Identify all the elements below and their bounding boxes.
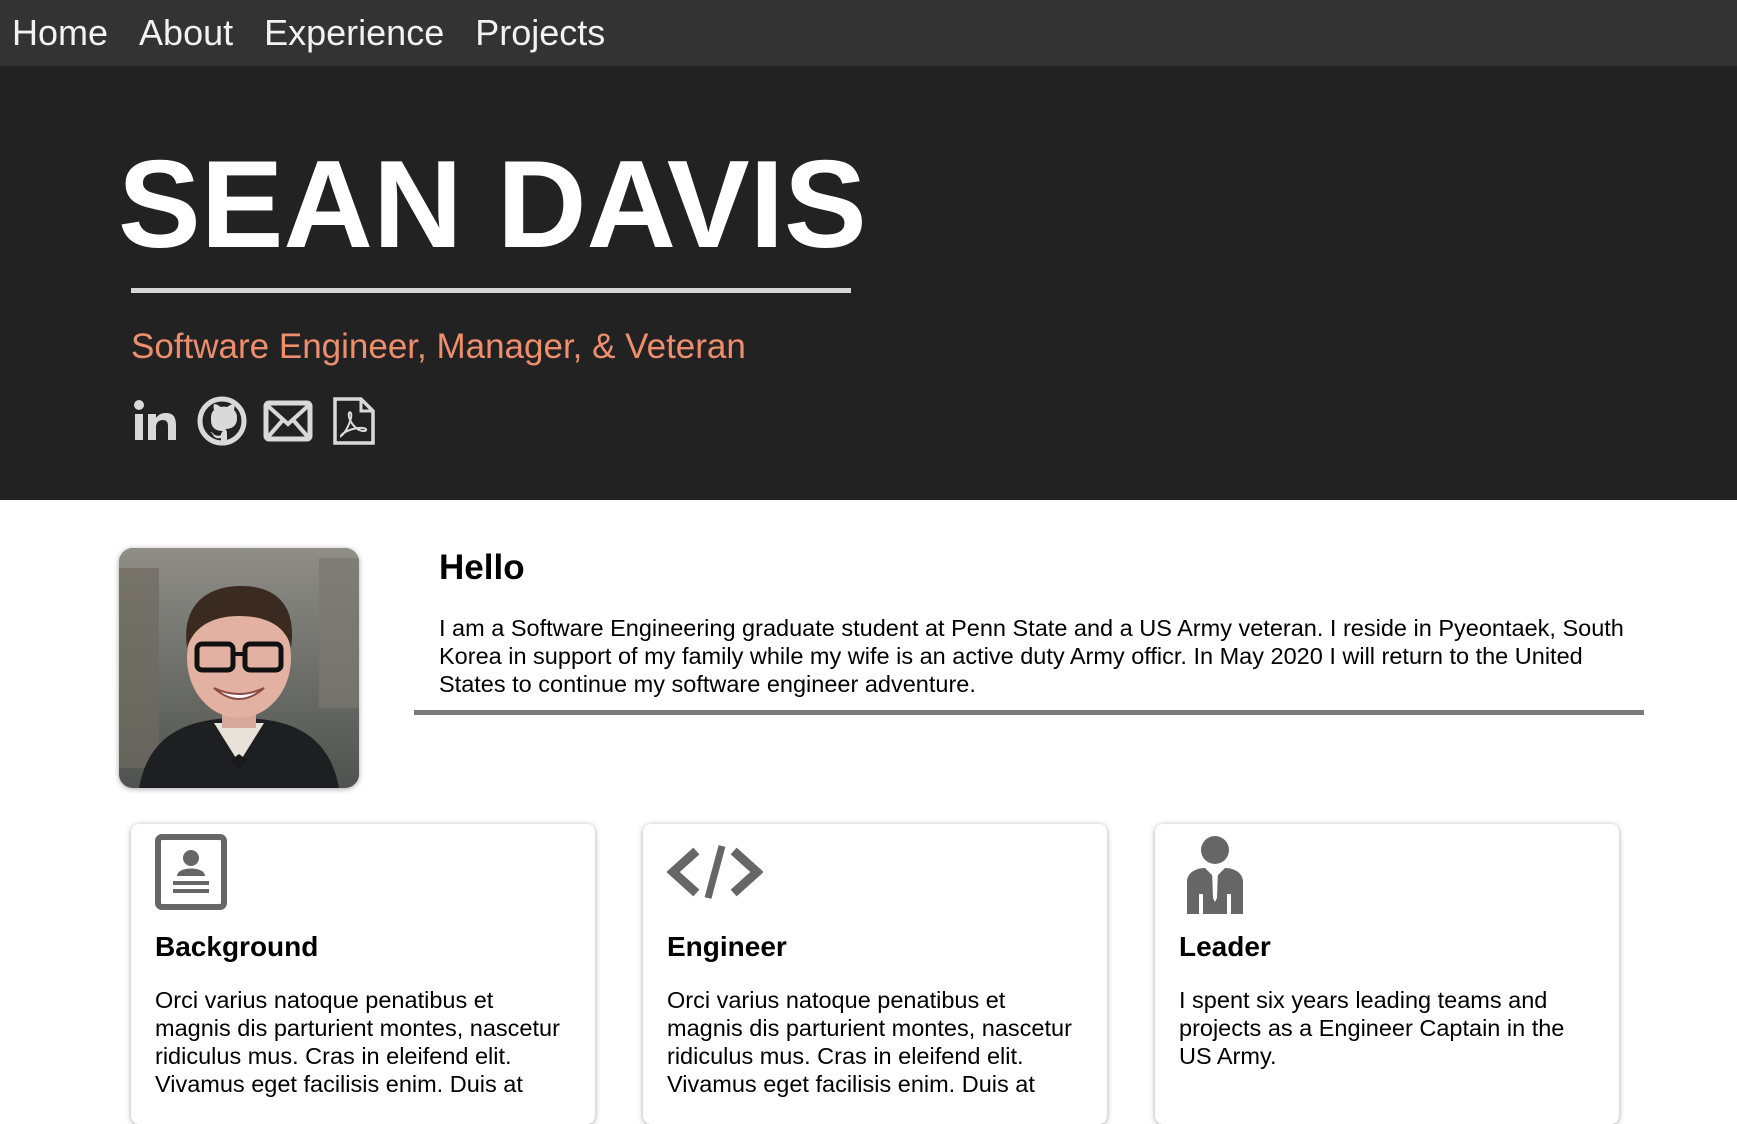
hero-tagline: Software Engineer, Manager, & Veteran [131, 327, 746, 366]
card-title: Engineer [667, 931, 787, 962]
card-text: Orci varius natoque penatibus et magnis … [155, 987, 560, 1097]
profile-photo [119, 548, 359, 788]
nav-about-link[interactable]: About [139, 0, 233, 66]
card-title: Leader [1179, 931, 1271, 962]
linkedin-icon[interactable] [131, 396, 181, 446]
top-nav: Home About Experience Projects [0, 0, 1737, 66]
nav-home-link[interactable]: Home [12, 0, 108, 66]
contact-card-icon [155, 834, 227, 910]
about-divider [414, 710, 1644, 715]
card-background: Background Orci varius natoque penatibus… [131, 824, 595, 1124]
github-icon[interactable] [197, 396, 247, 446]
email-icon[interactable] [263, 396, 313, 446]
code-icon [666, 834, 764, 910]
card-leader: Leader I spent six years leading teams a… [1155, 824, 1619, 1124]
about-title: Hello [439, 548, 525, 587]
hero-name: SEAN DAVIS [118, 136, 867, 274]
about-text: I am a Software Engineering graduate stu… [439, 615, 1624, 697]
nav-projects-link[interactable]: Projects [475, 0, 605, 66]
hero-divider [131, 288, 851, 293]
hero-header: SEAN DAVIS Software Engineer, Manager, &… [0, 66, 1737, 500]
card-text: Orci varius natoque penatibus et magnis … [667, 987, 1072, 1097]
social-links [131, 396, 379, 446]
pdf-resume-icon[interactable] [329, 396, 379, 446]
card-engineer: Engineer Orci varius natoque penatibus e… [643, 824, 1107, 1124]
nav-experience-link[interactable]: Experience [264, 0, 444, 66]
card-title: Background [155, 931, 319, 962]
card-text: I spent six years leading teams and proj… [1179, 987, 1565, 1069]
businessman-icon [1179, 834, 1251, 914]
